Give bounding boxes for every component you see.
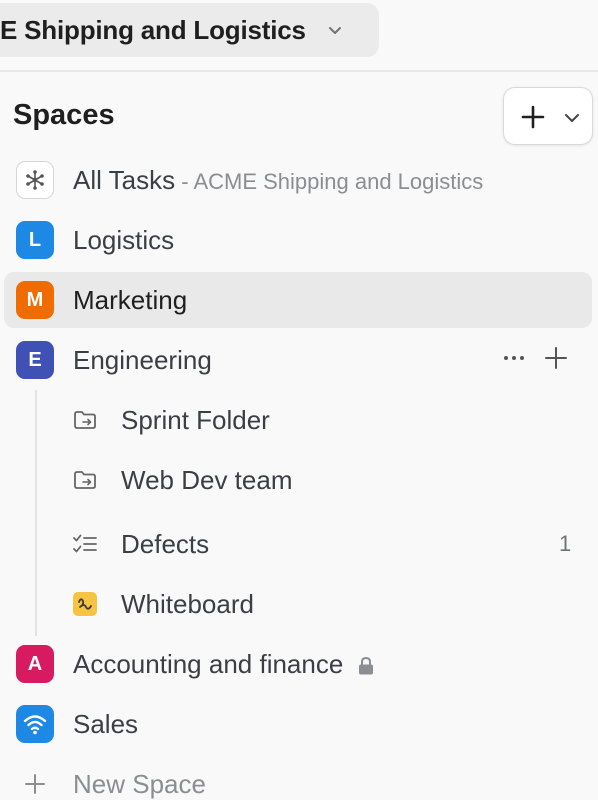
whiteboard-label: Whiteboard xyxy=(121,588,254,619)
add-space-button[interactable] xyxy=(503,87,593,145)
new-space-button[interactable]: New Space xyxy=(4,756,592,800)
spaces-heading: Spaces xyxy=(13,99,115,131)
space-label: Logistics xyxy=(73,224,175,255)
all-tasks-label: All Tasks xyxy=(73,164,176,195)
space-avatar: L xyxy=(16,221,54,259)
space-avatar: A xyxy=(16,645,54,683)
plus-icon xyxy=(520,104,546,135)
sidebar-item-engineering[interactable]: E Engineering xyxy=(4,332,592,388)
workspace-switcher[interactable]: E Shipping and Logistics xyxy=(0,3,379,57)
folder-sync-icon xyxy=(70,405,100,435)
sidebar-item-sprint-folder[interactable]: Sprint Folder xyxy=(4,392,592,448)
checklist-icon xyxy=(70,529,100,559)
sidebar-item-sales[interactable]: Sales xyxy=(4,696,592,752)
space-label: Engineering xyxy=(73,344,212,375)
space-actions xyxy=(501,345,569,376)
folder-label: Web Dev team xyxy=(121,464,293,495)
space-label: Accounting and finance xyxy=(73,648,344,679)
task-count-badge: 1 xyxy=(559,531,572,556)
folder-label: Sprint Folder xyxy=(121,404,270,435)
new-space-label: New Space xyxy=(73,768,206,799)
sidebar-item-logistics[interactable]: L Logistics xyxy=(4,212,592,268)
all-tasks-workspace-suffix: - ACME Shipping and Logistics xyxy=(175,168,484,194)
chevron-down-icon xyxy=(324,19,346,41)
sidebar-item-marketing[interactable]: M Marketing xyxy=(4,272,592,328)
sidebar-item-defects[interactable]: Defects 1 xyxy=(4,516,592,572)
plus-icon[interactable] xyxy=(543,345,569,376)
workspace-name: E Shipping and Logistics xyxy=(0,14,306,45)
folder-sync-icon xyxy=(70,465,100,495)
space-avatar: E xyxy=(16,341,54,379)
plus-icon xyxy=(16,765,54,800)
sidebar-item-accounting-and-finance[interactable]: A Accounting and finance xyxy=(4,636,592,692)
whiteboard-icon xyxy=(70,589,100,619)
space-label: Marketing xyxy=(73,284,188,315)
more-icon[interactable] xyxy=(501,345,527,376)
list-label: Defects xyxy=(121,528,210,559)
chevron-down-icon xyxy=(562,107,582,132)
workspace-header: E Shipping and Logistics xyxy=(0,0,598,72)
wifi-icon xyxy=(16,705,54,743)
sidebar-item-whiteboard[interactable]: Whiteboard xyxy=(4,576,592,632)
hub-icon xyxy=(16,161,54,199)
sidebar-item-web-dev-team[interactable]: Web Dev team xyxy=(4,452,592,508)
space-label: Sales xyxy=(73,708,139,739)
space-avatar: M xyxy=(16,281,54,319)
lock-icon xyxy=(355,655,377,677)
sidebar-item-all-tasks[interactable]: All Tasks - ACME Shipping and Logistics xyxy=(4,152,592,208)
